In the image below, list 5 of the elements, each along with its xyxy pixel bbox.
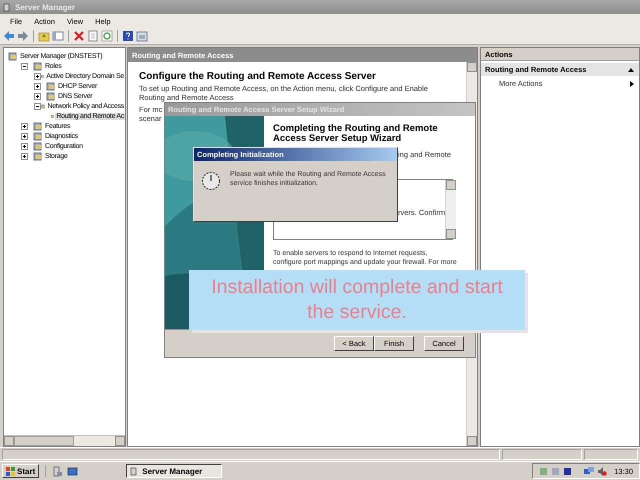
window-title: Server Manager bbox=[15, 2, 76, 12]
page-heading: Configure the Routing and Remote Access Server bbox=[139, 71, 377, 82]
caption-text: the service. bbox=[307, 300, 407, 325]
wizard-heading: Completing the Routing and Remote Access Server Setup Wizard bbox=[273, 124, 439, 144]
caption-text: Installation will complete and start bbox=[211, 275, 503, 300]
